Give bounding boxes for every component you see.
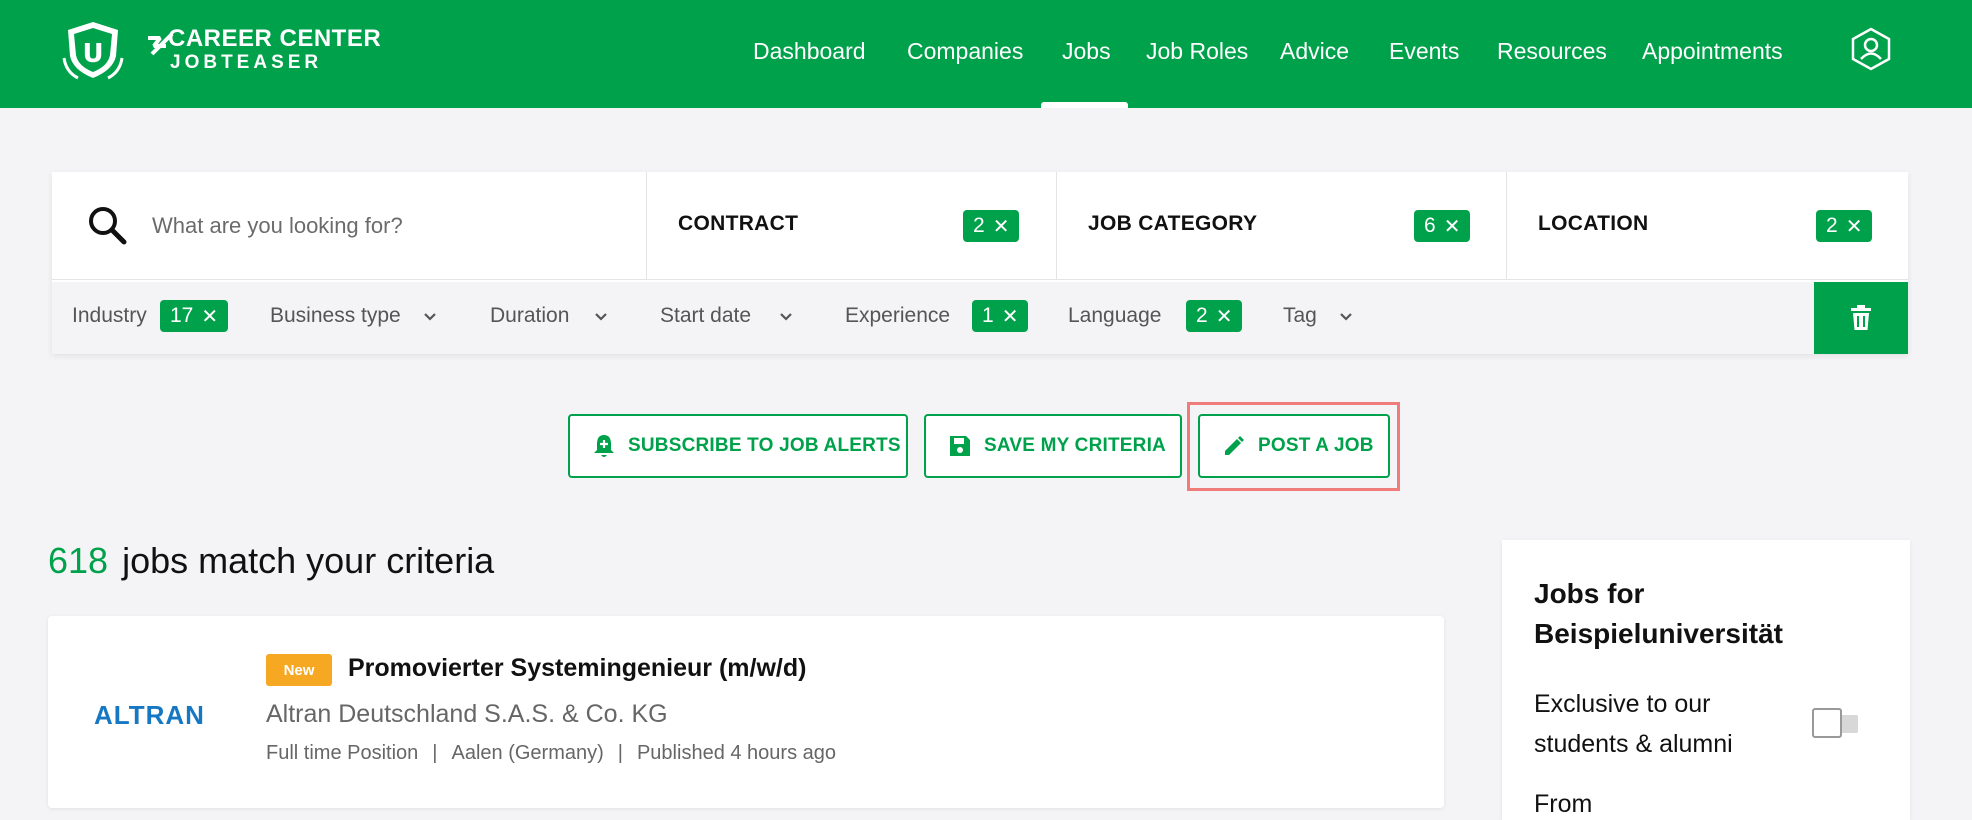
job-published: Published 4 hours ago — [636, 742, 837, 764]
filter-business-type[interactable]: Business type — [270, 304, 401, 328]
nav-appointments[interactable]: Appointments — [1642, 38, 1783, 65]
filter-tag[interactable]: Tag — [1283, 304, 1317, 328]
job-company: Altran Deutschland S.A.S. & Co. KG — [266, 700, 668, 728]
secondary-filter-row: Industry 17 ✕ Business type Duration Star… — [52, 282, 1908, 354]
close-icon[interactable]: ✕ — [1444, 214, 1461, 239]
university-shield-logo[interactable]: U — [58, 18, 128, 82]
bell-plus-icon — [594, 435, 614, 457]
filter-language[interactable]: Language — [1068, 304, 1161, 328]
close-icon[interactable]: ✕ — [1846, 214, 1863, 239]
exclusive-toggle[interactable] — [1812, 708, 1860, 738]
clear-filters-button[interactable] — [1814, 282, 1908, 354]
pencil-icon — [1225, 436, 1244, 455]
nav-events[interactable]: Events — [1389, 38, 1459, 65]
search-panel: CONTRACT 2✕ JOB CATEGORY 6✕ LOCATION 2✕ … — [52, 172, 1908, 354]
new-badge: New — [266, 654, 332, 686]
main-filter-row: CONTRACT 2✕ JOB CATEGORY 6✕ LOCATION 2✕ — [52, 172, 1908, 280]
search-input[interactable] — [152, 208, 552, 244]
divider — [1506, 172, 1507, 280]
top-nav-bar: U CAREER CENTER JOBTEASER Dashboard Comp… — [0, 0, 1972, 108]
filter-start-date[interactable]: Start date — [660, 304, 751, 328]
filter-industry[interactable]: Industry — [72, 304, 147, 328]
jobteaser-mark-icon — [148, 32, 174, 56]
logo-line-2: JOBTEASER — [170, 52, 323, 73]
chip-count: 1 — [982, 304, 994, 327]
filter-language-chip[interactable]: 2 ✕ — [1186, 300, 1243, 332]
chevron-down-icon[interactable] — [779, 312, 793, 322]
filter-contract-label[interactable]: CONTRACT — [678, 212, 798, 236]
job-card[interactable]: ALTRAN New Promovierter Systemingenieur … — [48, 616, 1444, 808]
search-icon — [89, 207, 127, 245]
subscribe-label: SUBSCRIBE TO JOB ALERTS — [628, 435, 901, 456]
results-count: 618 — [48, 540, 109, 581]
trash-icon — [1851, 305, 1871, 330]
filter-location-label[interactable]: LOCATION — [1538, 212, 1649, 236]
active-nav-indicator — [1041, 102, 1128, 108]
close-icon[interactable]: ✕ — [1002, 304, 1019, 329]
job-meta: Full time Position | Aalen (Germany) | Publi… — [266, 742, 836, 765]
chevron-down-icon[interactable] — [1339, 312, 1353, 322]
filter-industry-chip[interactable]: 17 ✕ — [160, 300, 229, 332]
logo-line-1: CAREER CENTER — [168, 25, 382, 52]
from-label: From — [1534, 790, 1593, 818]
meta-separator: | — [617, 742, 623, 764]
post-job-button[interactable]: POST A JOB — [1198, 414, 1390, 478]
user-avatar-icon[interactable] — [1848, 26, 1894, 72]
toggle-knob — [1812, 708, 1842, 738]
job-location: Aalen (Germany) — [451, 742, 604, 764]
filter-location-chip[interactable]: 2 ✕ — [1816, 210, 1873, 242]
close-icon[interactable]: ✕ — [201, 304, 218, 329]
filter-experience[interactable]: Experience — [845, 304, 950, 328]
chip-count: 17 — [170, 304, 194, 327]
results-count-heading: 618 jobs match your criteria — [48, 540, 494, 582]
job-type: Full time Position — [266, 742, 419, 764]
close-icon[interactable]: ✕ — [1216, 304, 1233, 329]
floppy-disk-icon — [950, 436, 970, 456]
nav-resources[interactable]: Resources — [1497, 38, 1607, 65]
sidebar-filters: Jobs for Beispieluniversität Exclusive t… — [1502, 540, 1910, 820]
chip-count: 6 — [1424, 214, 1436, 237]
chip-count: 2 — [1826, 214, 1838, 237]
results-count-text: jobs match your criteria — [122, 540, 495, 581]
nav-jobs[interactable]: Jobs — [1062, 38, 1111, 65]
jobteaser-logo[interactable]: CAREER CENTER JOBTEASER — [146, 26, 381, 74]
chevron-down-icon[interactable] — [423, 312, 437, 322]
svg-text:U: U — [82, 39, 103, 69]
chip-count: 2 — [973, 214, 985, 237]
job-title[interactable]: Promovierter Systemingenieur (m/w/d) — [348, 654, 806, 683]
divider — [1056, 172, 1057, 280]
save-criteria-label: SAVE MY CRITERIA — [984, 435, 1166, 456]
exclusive-label: Exclusive to our students & alumni — [1534, 690, 1733, 758]
chip-count: 2 — [1196, 304, 1208, 327]
subscribe-job-alerts-button[interactable]: SUBSCRIBE TO JOB ALERTS — [568, 414, 908, 478]
filter-duration[interactable]: Duration — [490, 304, 569, 328]
filter-contract-chip[interactable]: 2 ✕ — [963, 210, 1020, 242]
save-criteria-button[interactable]: SAVE MY CRITERIA — [924, 414, 1182, 478]
filter-job-category-label[interactable]: JOB CATEGORY — [1088, 212, 1257, 236]
divider — [646, 172, 647, 280]
filter-experience-chip[interactable]: 1 ✕ — [972, 300, 1029, 332]
nav-companies[interactable]: Companies — [907, 38, 1023, 65]
nav-job-roles[interactable]: Job Roles — [1146, 38, 1248, 65]
nav-advice[interactable]: Advice — [1280, 38, 1349, 65]
post-job-label: POST A JOB — [1258, 435, 1374, 456]
filter-job-category-chip[interactable]: 6 ✕ — [1414, 210, 1471, 242]
close-icon[interactable]: ✕ — [993, 214, 1010, 239]
company-logo: ALTRAN — [94, 700, 205, 730]
sidebar-title: Jobs for Beispieluniversität — [1534, 578, 1783, 649]
chevron-down-icon[interactable] — [594, 312, 608, 322]
nav-dashboard[interactable]: Dashboard — [753, 38, 866, 65]
meta-separator: | — [432, 742, 438, 764]
